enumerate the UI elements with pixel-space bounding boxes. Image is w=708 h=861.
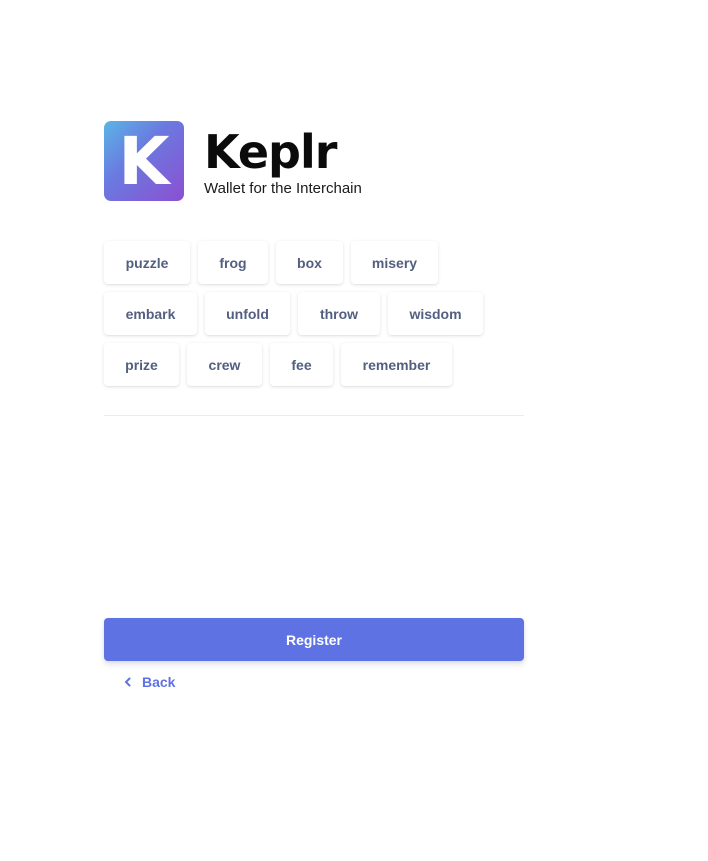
brand-text: Keplr Wallet for the Interchain [204,121,362,197]
logo-letter: K [118,123,170,200]
mnemonic-word-list: puzzle frog box misery embark unfold thr… [104,241,524,394]
mnemonic-word[interactable]: crew [187,343,262,386]
back-button[interactable]: Back [122,671,175,693]
mnemonic-word[interactable]: embark [104,292,197,335]
keplr-logo-icon: K [104,121,184,201]
brand-header: K Keplr Wallet for the Interchain [104,121,524,201]
mnemonic-word[interactable]: wisdom [388,292,483,335]
mnemonic-word[interactable]: throw [298,292,380,335]
divider [104,415,524,416]
register-panel: K Keplr Wallet for the Interchain puzzle… [104,121,524,416]
mnemonic-word[interactable]: puzzle [104,241,190,284]
mnemonic-word[interactable]: unfold [205,292,290,335]
chevron-left-icon [125,677,131,687]
mnemonic-word[interactable]: box [276,241,343,284]
brand-name: Keplr [204,125,337,179]
mnemonic-word[interactable]: frog [198,241,268,284]
mnemonic-word[interactable]: fee [270,343,333,386]
mnemonic-word[interactable]: misery [351,241,438,284]
mnemonic-word[interactable]: prize [104,343,179,386]
register-button[interactable]: Register [104,618,524,661]
brand-tagline: Wallet for the Interchain [204,180,362,197]
back-label: Back [142,674,176,690]
mnemonic-word[interactable]: remember [341,343,452,386]
